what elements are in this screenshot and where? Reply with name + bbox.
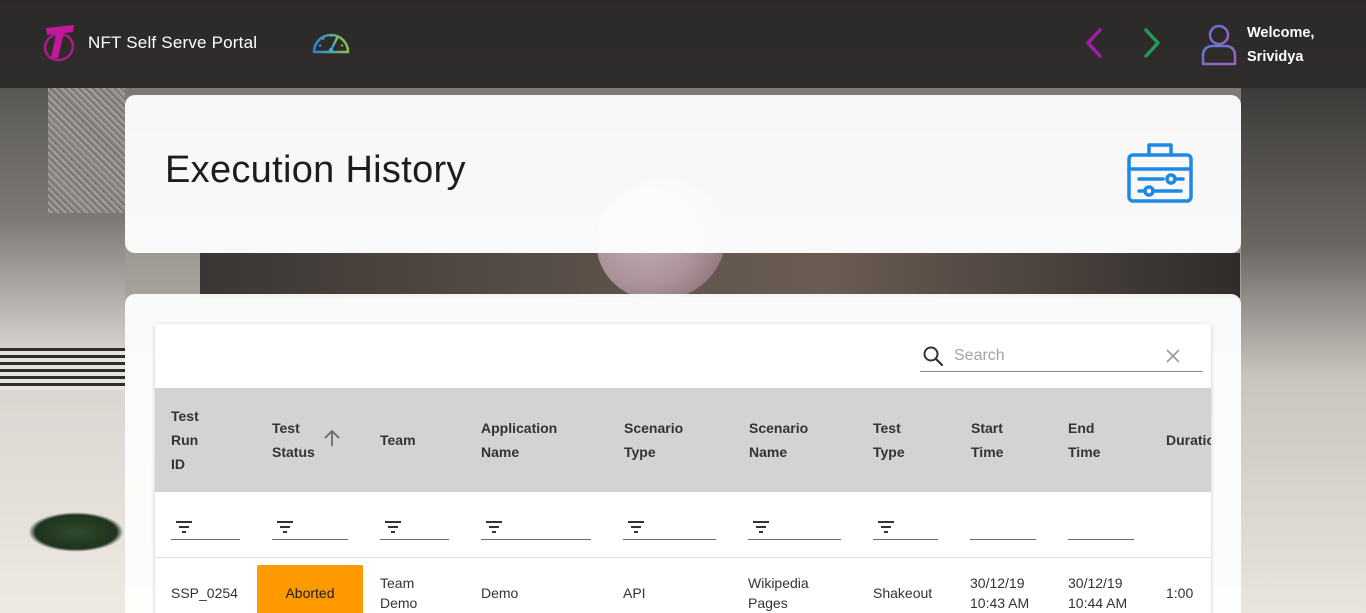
user-name: Srividya [1247, 49, 1304, 65]
column-header-start-time[interactable]: Start Time [971, 388, 1003, 492]
status-badge: Aborted [257, 565, 363, 613]
search-bar [920, 340, 1203, 372]
header-text: Type [873, 444, 905, 460]
search-input[interactable] [954, 346, 1164, 365]
filter-test-run-id[interactable] [171, 518, 240, 540]
filter-scenario-type[interactable] [623, 518, 716, 540]
cell-test-run-id: SSP_0254 [171, 585, 238, 601]
cell-test-type: Shakeout [873, 585, 933, 601]
page-title: Execution History [165, 149, 466, 191]
filter-scenario-name[interactable] [748, 518, 841, 540]
filter-team[interactable] [380, 518, 449, 540]
header-text: Scenario [624, 420, 684, 436]
cell-text: Wikipedia [748, 575, 809, 591]
toolbox-icon [1127, 143, 1193, 203]
app-title: NFT Self Serve Portal [88, 33, 258, 52]
background-right-column [1241, 88, 1366, 613]
cell-start-time: 30/12/19 10:43 AM [970, 558, 1029, 613]
table-header: Test Run ID Test Status Team Application… [155, 388, 1211, 492]
header-text: Test [873, 420, 901, 436]
welcome-message: Welcome, Srividya [1247, 21, 1314, 69]
close-icon[interactable] [1164, 347, 1182, 365]
filter-icon [628, 521, 644, 533]
header-text: Application [481, 420, 558, 436]
user-icon[interactable] [1200, 22, 1238, 66]
search-icon [923, 346, 944, 366]
chevron-right-icon[interactable] [1138, 26, 1166, 60]
column-header-application-name[interactable]: Application Name [481, 388, 557, 492]
header-text: ID [171, 456, 185, 472]
execution-history-table: Test Run ID Test Status Team App [155, 324, 1211, 613]
header-text: Team [380, 432, 416, 448]
header-text: End [1068, 420, 1095, 436]
welcome-label: Welcome, [1247, 25, 1315, 41]
column-header-scenario-type[interactable]: Scenario Type [624, 388, 683, 492]
filter-icon [385, 521, 401, 533]
column-header-test-run-id[interactable]: Test Run ID [171, 388, 199, 492]
column-header-duration[interactable]: Duratio [1166, 388, 1211, 492]
cell-text: 30/12/19 [1068, 575, 1123, 591]
header-text: Name [749, 444, 788, 460]
cell-text: Demo [380, 595, 418, 611]
header-text: Type [624, 444, 656, 460]
filter-test-type[interactable] [873, 518, 938, 540]
filter-icon [176, 521, 192, 533]
filter-icon [277, 521, 293, 533]
header-text: Test [171, 408, 199, 424]
cell-text: Pages [748, 595, 788, 611]
filter-icon [486, 521, 502, 533]
arrow-up-icon[interactable] [323, 428, 341, 448]
filter-start-time[interactable] [970, 518, 1036, 540]
cell-application-name: Demo [481, 585, 519, 601]
execution-history-card: Test Run ID Test Status Team App [125, 294, 1241, 613]
cell-text: 10:44 AM [1068, 595, 1128, 611]
header-text: Name [481, 444, 520, 460]
background-granite-pillar [48, 88, 125, 213]
page-header-card: Execution History [125, 95, 1241, 253]
cell-text: 30/12/19 [970, 575, 1025, 591]
filter-test-status[interactable] [272, 518, 348, 540]
column-header-team[interactable]: Team [380, 388, 416, 492]
cell-scenario-name: Wikipedia Pages [748, 558, 809, 613]
filter-row [155, 492, 1211, 558]
header-text: Scenario [749, 420, 809, 436]
chevron-left-icon[interactable] [1080, 26, 1108, 60]
filter-icon [753, 521, 769, 533]
speedometer-icon[interactable] [310, 26, 352, 60]
top-navigation-bar: NFT Self Serve Portal Welcome, Srividya [0, 0, 1366, 88]
header-text: Time [971, 444, 1004, 460]
header-text: Status [272, 444, 315, 460]
background-wreath [28, 512, 124, 552]
column-header-test-type[interactable]: Test Type [873, 388, 905, 492]
background-vent [0, 348, 125, 390]
cell-duration: 1:00 [1166, 585, 1194, 601]
filter-application-name[interactable] [481, 518, 591, 540]
header-text: Test [272, 420, 300, 436]
cell-team: Team Demo [380, 558, 417, 613]
header-text: Run [171, 432, 199, 448]
filter-end-time[interactable] [1068, 518, 1134, 540]
brand[interactable]: NFT Self Serve Portal [42, 22, 257, 64]
table-row[interactable]: SSP_0254 Aborted Team Demo Demo API Wiki… [155, 558, 1211, 613]
cell-end-time: 30/12/19 10:44 AM [1068, 558, 1127, 613]
column-header-test-status[interactable]: Test Status [272, 388, 315, 492]
cell-scenario-type: API [623, 585, 646, 601]
header-text: Start [971, 420, 1003, 436]
cell-text: Team [380, 575, 415, 591]
filter-icon [878, 521, 894, 533]
column-header-end-time[interactable]: End Time [1068, 388, 1100, 492]
column-header-scenario-name[interactable]: Scenario Name [749, 388, 808, 492]
telstra-logo-icon [43, 25, 75, 62]
header-text: Time [1068, 444, 1101, 460]
header-text: Duratio [1166, 432, 1211, 448]
cell-text: 10:43 AM [970, 595, 1030, 611]
